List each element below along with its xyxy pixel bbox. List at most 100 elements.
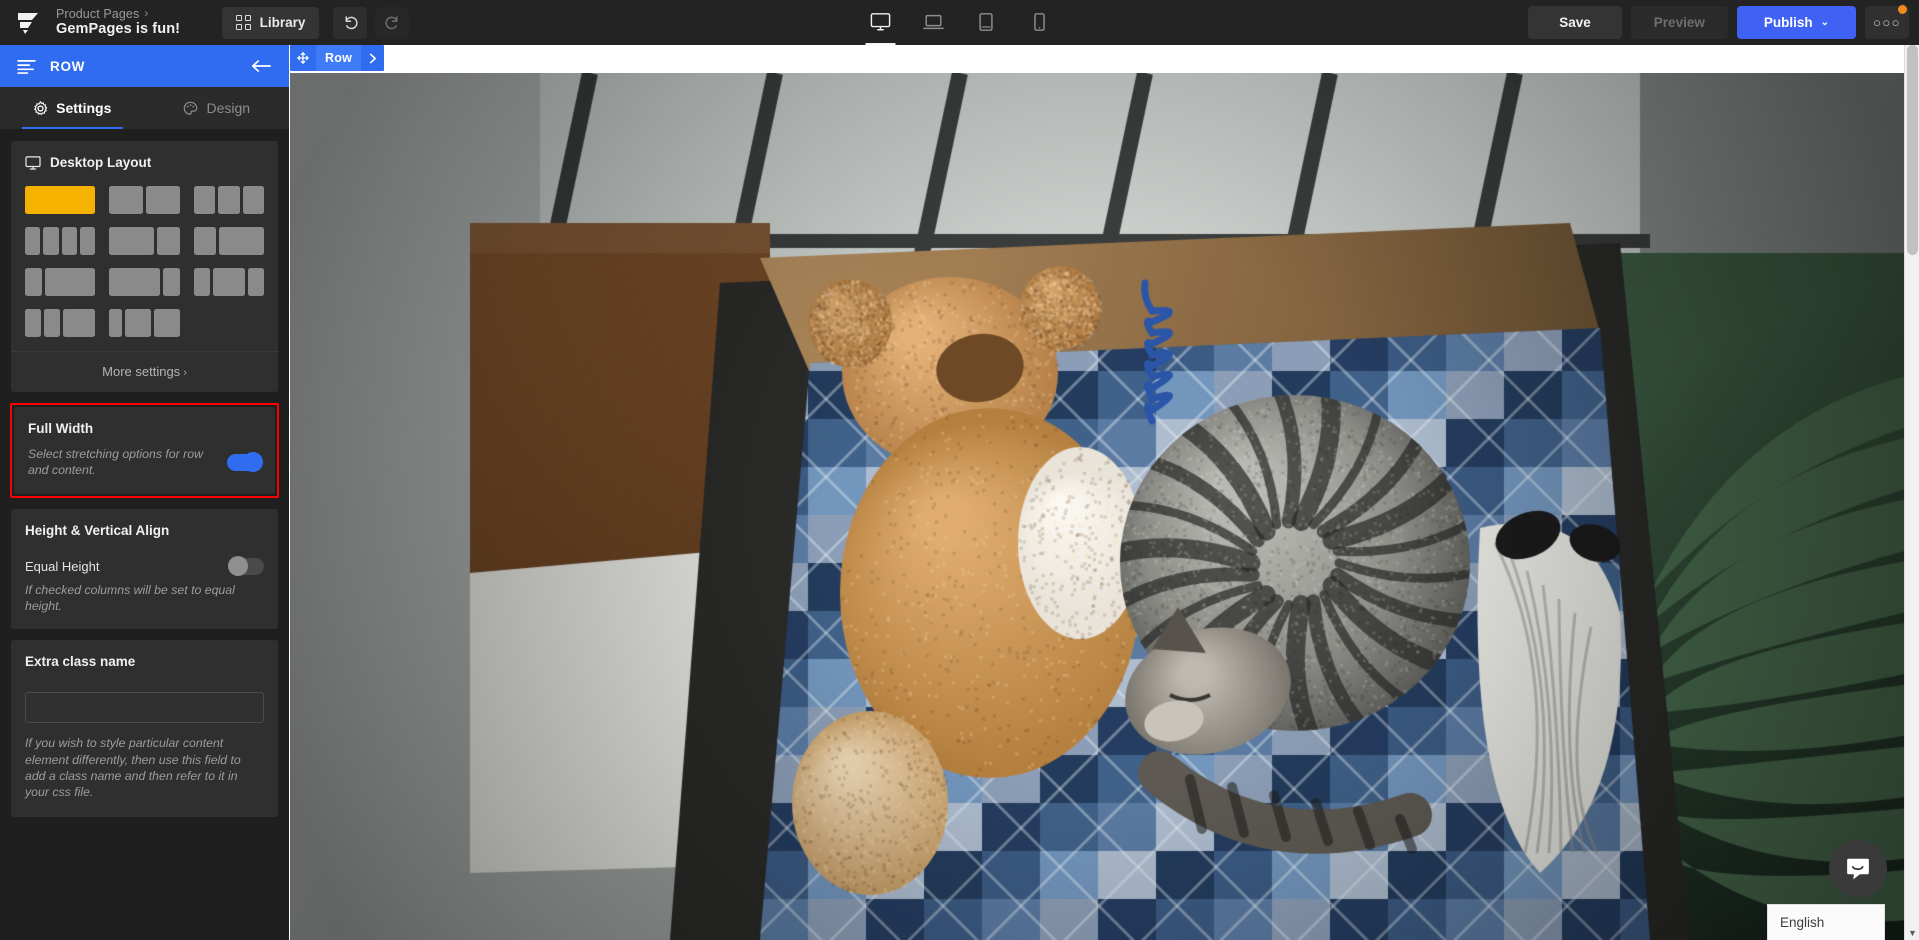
- back-button[interactable]: [250, 59, 272, 73]
- chevron-right-icon[interactable]: [361, 45, 384, 71]
- layout-column: [45, 268, 96, 296]
- library-button[interactable]: Library: [222, 7, 319, 39]
- full-width-toggle[interactable]: [227, 454, 261, 471]
- layout-column: [25, 268, 42, 296]
- device-mobile[interactable]: [1019, 0, 1059, 45]
- more-dots-icon: ○○○: [1873, 15, 1901, 30]
- more-settings-link[interactable]: More settings ›: [11, 351, 278, 392]
- save-button[interactable]: Save: [1528, 6, 1622, 39]
- page-title: GemPages is fun!: [56, 21, 180, 38]
- layout-column: [62, 227, 77, 255]
- layout-column: [25, 309, 41, 337]
- arrow-left-icon: [250, 59, 272, 73]
- monitor-icon: [25, 156, 41, 170]
- layout-column: [43, 227, 58, 255]
- layout-option-8[interactable]: [194, 268, 264, 296]
- sidebar-title: ROW: [50, 59, 85, 74]
- top-actions: Save Preview Publish ⌄ ○○○: [1528, 0, 1909, 45]
- layout-column: [194, 186, 215, 214]
- breadcrumb: Product Pages › GemPages is fun!: [56, 7, 180, 38]
- gempages-logo-icon[interactable]: [0, 0, 56, 45]
- desktop-layout-panel: Desktop Layout More settings ›: [11, 141, 278, 392]
- scroll-down-arrow[interactable]: ▼: [1905, 925, 1919, 940]
- desktop-layout-title-row: Desktop Layout: [11, 141, 278, 172]
- device-selector: [860, 0, 1059, 45]
- layout-column: [25, 186, 95, 214]
- tablet-icon: [978, 12, 995, 32]
- layout-option-9[interactable]: [25, 309, 95, 337]
- layout-column: [146, 186, 180, 214]
- more-settings-label: More settings: [102, 364, 180, 379]
- layout-option-1[interactable]: [109, 186, 179, 214]
- layout-column: [125, 309, 151, 337]
- undo-icon: [342, 14, 359, 31]
- layout-option-3[interactable]: [25, 227, 95, 255]
- chevron-right-icon: ›: [144, 7, 148, 21]
- extra-class-panel: Extra class name If you wish to style pa…: [11, 640, 278, 816]
- device-laptop[interactable]: [913, 0, 953, 45]
- layout-column: [63, 309, 95, 337]
- device-desktop[interactable]: [860, 0, 900, 45]
- height-align-title: Height & Vertical Align: [11, 509, 278, 548]
- layout-column: [109, 186, 143, 214]
- layout-option-10[interactable]: [109, 309, 179, 337]
- top-toolbar: Product Pages › GemPages is fun! Library: [0, 0, 1919, 45]
- hero-image[interactable]: [290, 73, 1919, 940]
- layout-option-7[interactable]: [109, 268, 179, 296]
- gempages-editor: Product Pages › GemPages is fun! Library: [0, 0, 1919, 940]
- desktop-icon: [869, 12, 891, 32]
- layout-option-5[interactable]: [194, 227, 264, 255]
- tab-design[interactable]: Design: [145, 87, 290, 129]
- device-tablet[interactable]: [966, 0, 1006, 45]
- layout-option-6[interactable]: [25, 268, 95, 296]
- canvas-top-strip: Row: [289, 45, 1919, 73]
- library-button-label: Library: [260, 15, 306, 30]
- full-width-row: Select stretching options for row and co…: [14, 446, 275, 494]
- notification-badge: [1897, 4, 1908, 15]
- layout-column: [109, 309, 122, 337]
- layout-column: [157, 227, 179, 255]
- chevron-down-icon: ⌄: [1821, 17, 1829, 28]
- layout-column: [248, 268, 264, 296]
- tab-settings[interactable]: Settings: [0, 87, 145, 129]
- layout-option-2[interactable]: [194, 186, 264, 214]
- layout-column: [213, 268, 245, 296]
- laptop-icon: [922, 12, 944, 32]
- desktop-layout-title: Desktop Layout: [50, 155, 151, 170]
- language-selector[interactable]: English: [1767, 904, 1885, 940]
- height-align-panel: Height & Vertical Align Equal Height If …: [11, 509, 278, 630]
- more-options-button[interactable]: ○○○: [1865, 6, 1909, 39]
- extra-class-input[interactable]: [25, 692, 264, 723]
- full-width-panel: Full Width Select stretching options for…: [14, 407, 275, 494]
- scrollbar-thumb[interactable]: [1907, 45, 1918, 255]
- row-selection-tag[interactable]: Row: [290, 45, 384, 71]
- tab-settings-label: Settings: [56, 100, 111, 116]
- equal-height-row: Equal Height: [11, 548, 278, 575]
- layout-option-0[interactable]: [25, 186, 95, 214]
- publish-button-label: Publish: [1764, 15, 1813, 30]
- preview-button[interactable]: Preview: [1631, 6, 1728, 39]
- language-label: English: [1780, 915, 1824, 930]
- full-width-title: Full Width: [14, 407, 275, 446]
- page-canvas: Row: [289, 45, 1919, 940]
- undo-button[interactable]: [333, 7, 367, 39]
- layout-column: [194, 268, 210, 296]
- hero-image-canvas: [290, 73, 1919, 940]
- page-scrollbar[interactable]: ▲ ▼: [1904, 45, 1919, 940]
- layout-option-4[interactable]: [109, 227, 179, 255]
- layout-column: [219, 227, 264, 255]
- full-width-description: Select stretching options for row and co…: [28, 446, 215, 479]
- redo-icon: [384, 14, 401, 31]
- sidebar-tabs: Settings Design: [0, 87, 289, 130]
- publish-button[interactable]: Publish ⌄: [1737, 6, 1856, 39]
- sidebar-content: Desktop Layout More settings › Full Width…: [0, 130, 289, 940]
- equal-height-label: Equal Height: [25, 559, 99, 574]
- row-tag-label: Row: [316, 45, 361, 71]
- move-handle-icon[interactable]: [290, 45, 316, 71]
- layout-column: [25, 227, 40, 255]
- equal-height-toggle[interactable]: [230, 558, 264, 575]
- redo-button[interactable]: [375, 7, 409, 39]
- layout-column: [80, 227, 95, 255]
- chat-widget-button[interactable]: [1829, 840, 1887, 898]
- breadcrumb-parent[interactable]: Product Pages ›: [56, 7, 180, 21]
